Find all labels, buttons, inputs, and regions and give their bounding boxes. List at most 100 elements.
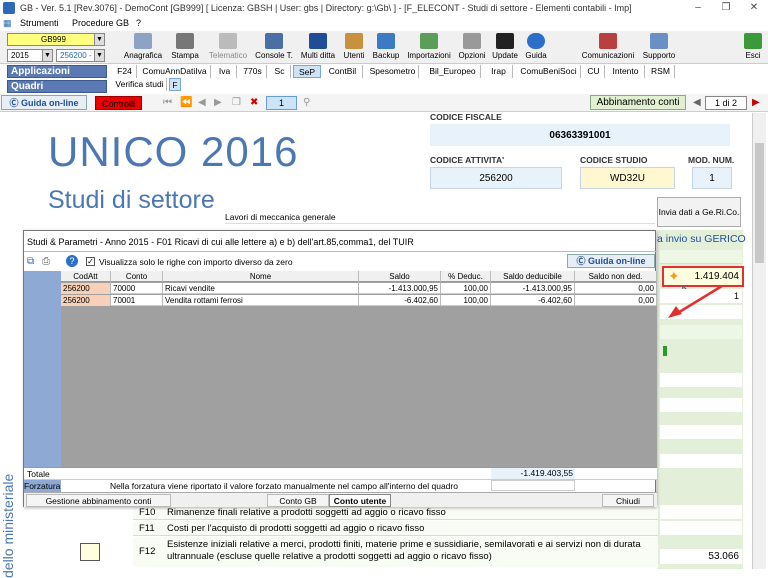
- menu-bar: ▦ Strumenti Procedure GB ?: [0, 16, 768, 31]
- guida-online-button[interactable]: Ⓒ Guida on-line: [1, 95, 87, 110]
- page-number-box[interactable]: 1: [266, 96, 297, 110]
- tab-f24[interactable]: F24: [113, 65, 137, 78]
- col-deduc[interactable]: % Deduc.: [441, 271, 491, 282]
- checkbox-nonzero[interactable]: ✓: [86, 257, 95, 266]
- tab-rsm[interactable]: RSM: [647, 65, 675, 78]
- f11-value-field[interactable]: [660, 521, 742, 535]
- tab-770s[interactable]: 770s: [239, 65, 267, 78]
- gestione-abbinamento-button[interactable]: Gestione abbinamento conti: [26, 494, 171, 507]
- anagrafica-button[interactable]: Anagrafica: [122, 33, 164, 62]
- comunicazioni-button[interactable]: Comunicazioni: [580, 33, 636, 62]
- search-icon[interactable]: ⚲: [303, 97, 310, 108]
- tab-sc[interactable]: Sc: [269, 65, 291, 78]
- copy-icon[interactable]: ❐: [232, 97, 241, 108]
- restore-icon[interactable]: ❐: [712, 0, 740, 16]
- f07-value-field[interactable]: [660, 398, 742, 412]
- esci-button[interactable]: Esci: [740, 33, 766, 62]
- forzatura-field[interactable]: [491, 480, 575, 491]
- scroll-thumb[interactable]: [755, 143, 764, 263]
- col-saldo-non-ded[interactable]: Saldo non ded.: [575, 271, 657, 282]
- tab-verifica-studi[interactable]: Verifica studi: [113, 78, 167, 91]
- table-row[interactable]: 256200 70000 Ricavi vendite -1.413.000,9…: [61, 283, 657, 294]
- table-row[interactable]: 256200 70001 Vendita rottami ferrosi -6.…: [61, 295, 657, 306]
- close-icon[interactable]: ✕: [740, 0, 768, 16]
- export-icon[interactable]: ⧉: [27, 256, 34, 267]
- gerico-header: a invio su GERICO: [657, 233, 746, 245]
- tab-intento[interactable]: Intento: [607, 65, 645, 78]
- prev-page-icon[interactable]: ◀: [693, 97, 701, 108]
- menu-app-icon[interactable]: ▦: [3, 18, 12, 29]
- next-page-icon[interactable]: ▶: [752, 97, 760, 108]
- tab-comubenisoci[interactable]: ComuBeniSoci: [517, 65, 581, 78]
- opzioni-button[interactable]: Opzioni: [456, 33, 488, 62]
- update-button[interactable]: Update: [490, 33, 520, 62]
- chiudi-button[interactable]: Chiudi: [602, 494, 654, 507]
- tab-bil-europeo[interactable]: Bil_Europeo: [425, 65, 481, 78]
- f06-value-field[interactable]: [660, 373, 742, 387]
- tab-cu[interactable]: CU: [583, 65, 605, 78]
- print-icon[interactable]: ⎙: [42, 256, 50, 267]
- menu-help[interactable]: ?: [136, 18, 141, 28]
- col-conto[interactable]: Conto: [111, 271, 163, 282]
- dialog-guida-button[interactable]: Ⓒ Guida on-line: [567, 254, 655, 268]
- totale-value: -1.419.403,55: [491, 468, 575, 479]
- tab-iva[interactable]: Iva: [213, 65, 237, 78]
- tab-spesometro[interactable]: Spesometro: [367, 65, 419, 78]
- users-icon: [345, 33, 363, 49]
- tab-comuanndatiiva[interactable]: ComuAnnDatiIva: [139, 65, 211, 78]
- prev-fast-icon[interactable]: ⏪: [180, 97, 192, 108]
- stampa-button[interactable]: Stampa: [168, 33, 202, 62]
- f09-value-field[interactable]: [660, 454, 742, 468]
- next-icon[interactable]: ▶: [214, 97, 222, 108]
- controlli-button[interactable]: Controlli: [95, 96, 142, 110]
- abbinamento-conti-button[interactable]: Abbinamento conti: [590, 95, 686, 110]
- applicazioni-panel[interactable]: Applicazioni: [7, 65, 107, 78]
- title-divider: [24, 251, 657, 252]
- codice-studio-field[interactable]: WD32U: [580, 167, 675, 189]
- menu-procedure[interactable]: Procedure GB: [72, 18, 129, 28]
- menu-strumenti[interactable]: Strumenti: [20, 18, 59, 28]
- conto-utente-button[interactable]: Conto utente: [329, 494, 391, 507]
- f04-value-field[interactable]: [660, 325, 742, 339]
- main-scrollbar[interactable]: [752, 113, 766, 569]
- company-combo[interactable]: GB999 ▼: [7, 33, 105, 46]
- tab-sep[interactable]: SeP: [293, 65, 321, 78]
- codice-fiscale-field[interactable]: 06363391001: [430, 124, 730, 146]
- backup-button[interactable]: Backup: [370, 33, 402, 62]
- multi-ditta-button[interactable]: Multi ditta: [298, 33, 338, 62]
- first-page-icon[interactable]: ⏮: [163, 97, 172, 108]
- app-icon: [3, 2, 15, 14]
- help-icon[interactable]: ?: [66, 255, 78, 267]
- mod-num-field[interactable]: 1: [692, 167, 732, 189]
- delete-icon[interactable]: ✖: [250, 97, 258, 108]
- col-nome[interactable]: Nome: [163, 271, 359, 282]
- conto-gb-button[interactable]: Conto GB: [267, 494, 329, 507]
- supporto-button[interactable]: Supporto: [638, 33, 680, 62]
- guida-button[interactable]: Guida: [522, 33, 550, 62]
- prev-icon[interactable]: ◀: [198, 97, 206, 108]
- console-button[interactable]: Console T.: [252, 33, 296, 62]
- quadri-panel[interactable]: Quadri: [7, 80, 107, 93]
- tab-contbil[interactable]: ContBil: [323, 65, 363, 78]
- side-cell[interactable]: [660, 250, 742, 264]
- minimize-icon[interactable]: –: [684, 0, 712, 16]
- multi-ditta-icon: [309, 33, 327, 49]
- telematico-button[interactable]: Telematico: [206, 33, 250, 62]
- accounts-grid: CodAtt Conto Nome Saldo % Deduc. Saldo d…: [61, 271, 657, 469]
- col-codatt[interactable]: CodAtt: [61, 271, 111, 282]
- f10-value-field[interactable]: [660, 505, 742, 519]
- f12-checkbox[interactable]: [80, 543, 100, 561]
- year-combo[interactable]: 2015 ▼: [7, 49, 53, 62]
- activity-combo[interactable]: 256200 - ▼: [56, 49, 105, 62]
- importazioni-button[interactable]: Importazioni: [404, 33, 454, 62]
- tab-f[interactable]: F: [169, 78, 181, 91]
- invia-gerico-button[interactable]: Invia dati a Ge.Ri.Co.: [657, 197, 741, 227]
- chevron-down-icon: ▼: [94, 34, 104, 45]
- col-saldo-deducibile[interactable]: Saldo deducibile: [491, 271, 575, 282]
- codice-attivita-field[interactable]: 256200: [430, 167, 562, 189]
- f08-value-field[interactable]: [660, 425, 742, 439]
- utenti-button[interactable]: Utenti: [340, 33, 368, 62]
- col-saldo[interactable]: Saldo: [359, 271, 441, 282]
- tab-irap[interactable]: Irap: [485, 65, 513, 78]
- f12-value-field[interactable]: 53.066: [660, 549, 742, 564]
